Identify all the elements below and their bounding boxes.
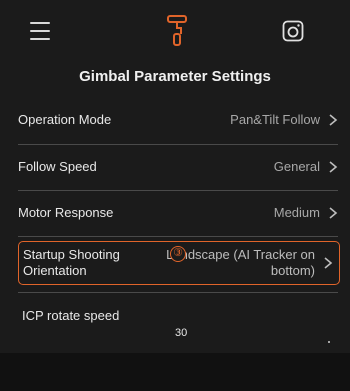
chevron-right-icon (329, 114, 338, 126)
chevron-right-icon (329, 207, 338, 219)
gimbal-settings-screen: Gimbal Parameter Settings Operation Mode… (0, 0, 350, 391)
chevron-right-icon (324, 257, 333, 269)
slider-handle[interactable] (328, 341, 330, 343)
setting-value: Medium (273, 205, 320, 220)
setting-value: General (273, 159, 320, 174)
icp-rotate-speed-value: 30 (175, 327, 188, 339)
setting-label: Operation Mode (18, 112, 112, 127)
divider (18, 292, 338, 293)
icp-rotate-speed-label: ICP rotate speed (22, 308, 120, 323)
camera-icon[interactable] (282, 20, 304, 42)
settings-row-follow-speed[interactable]: Follow Speed General (18, 144, 338, 190)
top-navigation-bar (0, 0, 350, 52)
settings-row-motor-response[interactable]: Motor Response Medium (18, 190, 338, 236)
gimbal-icon[interactable] (165, 14, 189, 46)
setting-label: Startup Shooting Orientation (23, 247, 120, 278)
divider (18, 236, 338, 237)
hamburger-menu-icon[interactable] (30, 22, 50, 40)
setting-value: Pan&Tilt Follow (230, 112, 320, 127)
settings-row-operation-mode[interactable]: Operation Mode Pan&Tilt Follow (18, 97, 338, 143)
chevron-right-icon (329, 161, 338, 173)
page-title: Gimbal Parameter Settings (79, 68, 271, 85)
callout-number-badge: ③ (170, 246, 186, 262)
setting-label: Motor Response (18, 205, 114, 220)
setting-label: Follow Speed (18, 159, 97, 174)
bottom-bar (0, 353, 350, 391)
